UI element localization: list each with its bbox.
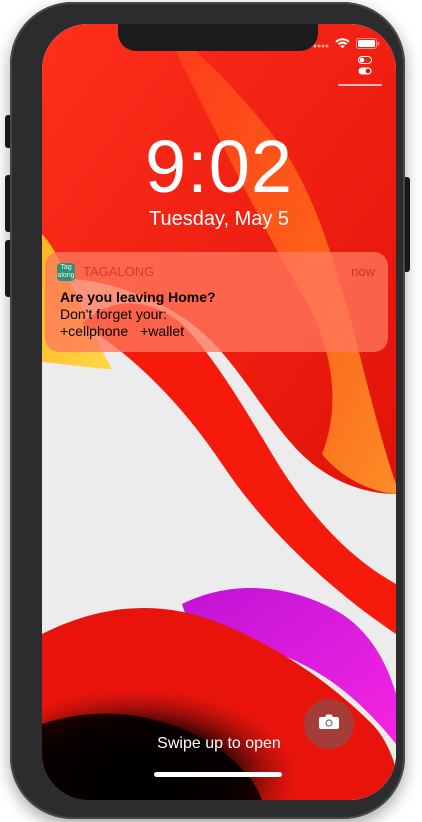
- status-bar: [313, 36, 380, 54]
- notification-app-name: TAGALONG: [83, 264, 155, 279]
- notification-items: +cellphone +wallet: [60, 323, 184, 340]
- control-center-toggle-icon[interactable]: [358, 56, 372, 81]
- item-wallet: +wallet: [140, 323, 185, 339]
- notification-body: Don't forget your:: [60, 306, 167, 322]
- clock-time: 9:02: [144, 125, 294, 208]
- phone-frame: 9:02 Tuesday, May 5 Tag along TAGALONG n…: [10, 2, 405, 819]
- battery-icon: [356, 36, 380, 54]
- tagalong-app-icon: Tag along: [57, 263, 75, 281]
- wifi-icon: [335, 36, 350, 54]
- clock-date: Tuesday, May 5: [148, 208, 290, 230]
- signal-dots-icon: [313, 36, 329, 54]
- notch: [118, 24, 318, 51]
- lock-screen: 9:02 Tuesday, May 5 Tag along TAGALONG n…: [42, 24, 396, 800]
- notification-title: Are you leaving Home?: [60, 289, 216, 305]
- home-indicator[interactable]: [154, 772, 282, 777]
- control-center-grabber[interactable]: [338, 84, 382, 86]
- swipe-up-hint: Swipe up to open: [157, 735, 281, 752]
- notification-time: now: [351, 264, 375, 279]
- camera-icon: [318, 713, 340, 735]
- item-cellphone: +cellphone: [60, 323, 129, 339]
- app-icon-text: Tag along: [57, 264, 75, 279]
- notification-card[interactable]: Tag along TAGALONG now Are you leaving H…: [45, 252, 388, 352]
